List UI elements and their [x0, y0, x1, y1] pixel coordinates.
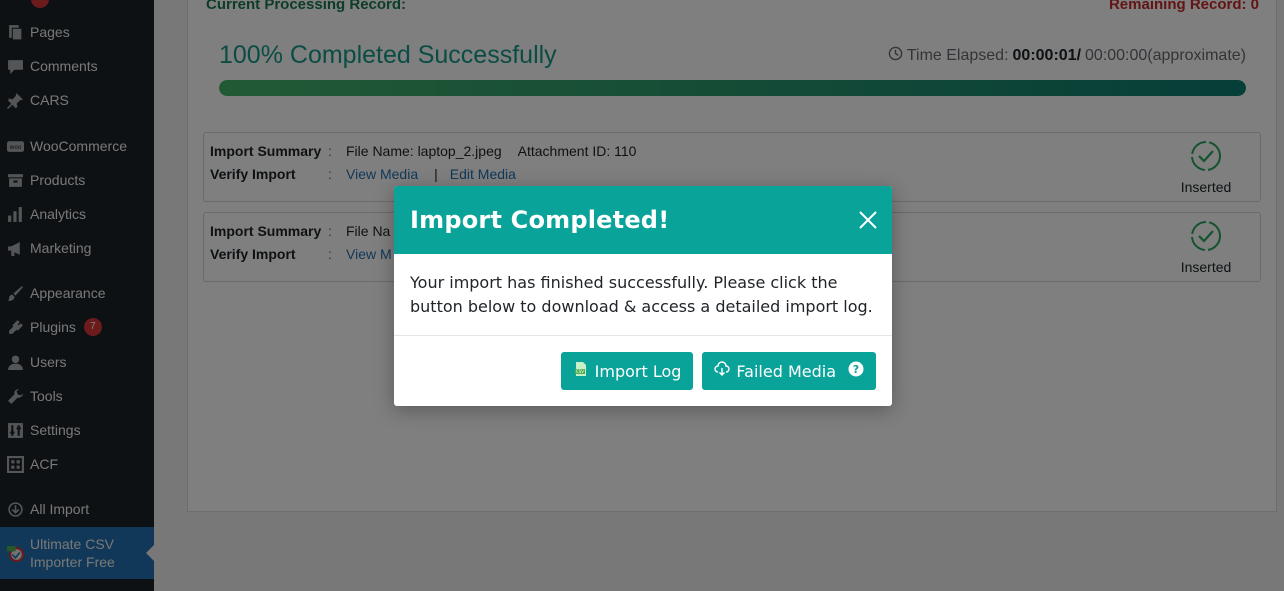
modal-footer: CSV Import Log Failed Media ?: [394, 336, 892, 406]
import-completed-modal: Import Completed! Your import has finish…: [394, 186, 892, 406]
failed-media-button[interactable]: Failed Media ?: [702, 352, 876, 390]
modal-header: Import Completed!: [394, 186, 892, 254]
help-icon[interactable]: ?: [848, 361, 864, 381]
csv-file-icon: CSV: [573, 361, 589, 381]
svg-text:CSV: CSV: [576, 369, 584, 374]
failed-media-label: Failed Media: [736, 361, 836, 381]
import-log-label: Import Log: [594, 361, 682, 381]
modal-message: Your import has finished successfully. P…: [394, 254, 892, 336]
modal-title: Import Completed!: [410, 206, 670, 234]
cloud-download-icon: [714, 361, 731, 381]
close-icon[interactable]: [858, 210, 878, 230]
svg-text:?: ?: [853, 363, 859, 376]
import-log-button[interactable]: CSV Import Log: [560, 352, 694, 390]
